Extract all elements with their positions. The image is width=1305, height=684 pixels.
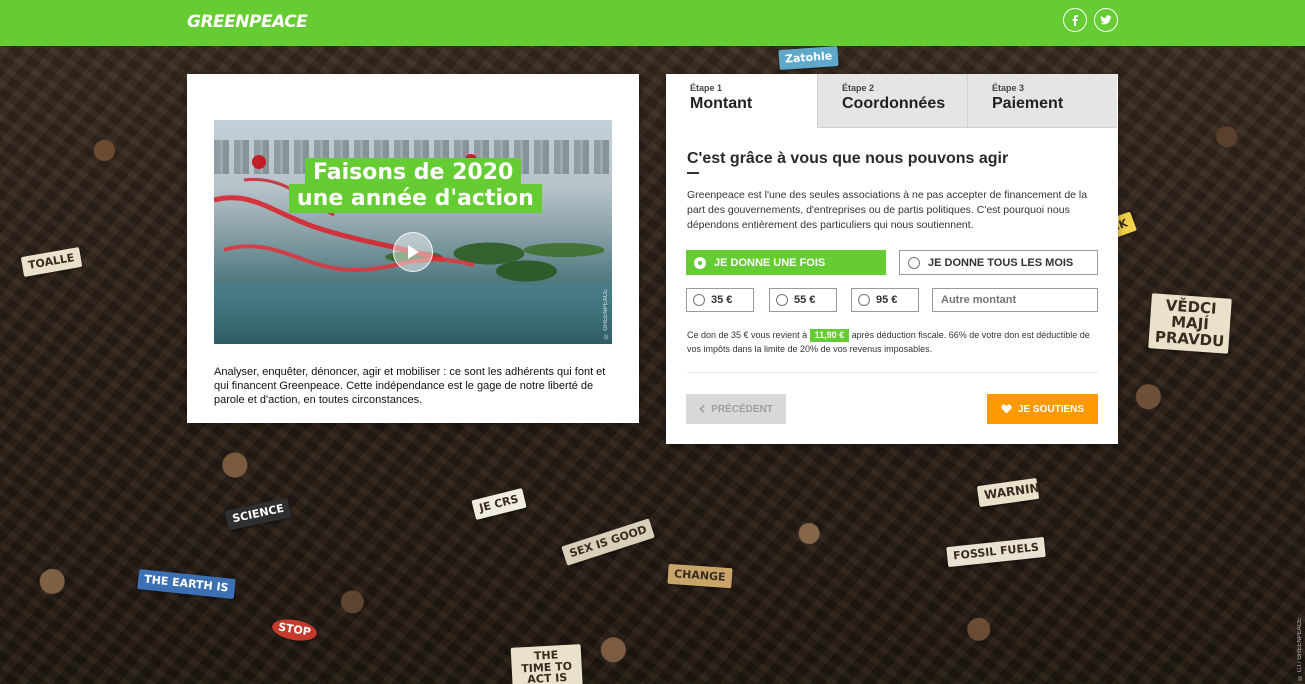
video-watermark: © GREENPEACE <box>603 288 609 338</box>
amount-option-35[interactable]: 35 € <box>686 288 754 312</box>
tax-note-text: Ce don de 35 € vous revient à <box>687 330 808 340</box>
radio-icon <box>908 256 920 269</box>
radio-selected-icon <box>694 256 706 269</box>
protest-sign: TOALLE <box>20 247 82 277</box>
protest-sign: JE CRS <box>471 488 527 520</box>
protest-sign: WARNING <box>976 477 1050 507</box>
tab-step-1[interactable]: Étape 1 Montant <box>666 74 817 128</box>
step-label: Étape 1 <box>690 83 723 93</box>
play-icon[interactable] <box>393 232 433 272</box>
donation-form-card: Étape 1 Montant Étape 2 Coordonnées Étap… <box>666 74 1118 444</box>
give-monthly-label: Je donne tous les mois <box>928 256 1074 269</box>
twitter-icon[interactable] <box>1094 8 1118 32</box>
step-label: Étape 3 <box>992 83 1025 93</box>
protest-sign: CHANGE <box>667 563 733 588</box>
chevron-left-icon <box>699 405 705 413</box>
protest-sign: THE EARTH IS <box>137 569 236 599</box>
form-title: C'est grâce à vous que nous pouvons agir <box>687 150 1009 167</box>
protest-sign: Zatohle <box>778 45 839 70</box>
intro-text: Analyser, enquêter, dénoncer, agir et mo… <box>214 366 606 406</box>
video-headline-line2: une année d'action <box>289 184 542 213</box>
title-underline <box>687 172 699 174</box>
step-label: Étape 2 <box>842 83 875 93</box>
video-headline-line1: Faisons de 2020 <box>305 158 522 187</box>
protest-sign: FOSSIL FUELS <box>946 536 1046 567</box>
protest-sign: STOP <box>270 616 319 644</box>
amount-label: 35 € <box>711 294 733 306</box>
heart-icon <box>1001 404 1012 414</box>
previous-button[interactable]: Précédent <box>686 394 786 424</box>
video-player[interactable]: Faisons de 2020 une année d'action © GRE… <box>214 120 612 344</box>
support-label: Je soutiens <box>1017 403 1085 415</box>
photo-credit: © C.I / GREENPEACE <box>1297 617 1303 680</box>
protest-sign: SEX IS GOOD <box>561 518 656 566</box>
amount-label: 55 € <box>794 294 816 306</box>
previous-label: Précédent <box>711 403 773 415</box>
amount-label: 95 € <box>876 294 898 306</box>
give-once-option[interactable]: Je donne une fois <box>686 250 886 275</box>
step-name: Coordonnées <box>842 95 946 112</box>
tax-deduction-note: Ce don de 35 € vous revient à 11,90 € ap… <box>687 328 1099 356</box>
tab-step-2[interactable]: Étape 2 Coordonnées <box>817 74 967 128</box>
amount-option-95[interactable]: 95 € <box>851 288 919 312</box>
radio-icon <box>858 294 870 306</box>
protest-sign: SCIENCE <box>224 497 292 531</box>
other-amount-input[interactable] <box>932 288 1098 312</box>
protest-sign: VĚDCI MAJÍ PRAVDU <box>1148 293 1232 354</box>
step-tabs: Étape 1 Montant Étape 2 Coordonnées Étap… <box>666 74 1118 128</box>
step-name: Paiement <box>992 95 1064 112</box>
greenpeace-logo[interactable]: GREENPEACE <box>187 12 308 32</box>
step-name: Montant <box>690 95 753 112</box>
radio-icon <box>776 294 788 306</box>
tab-step-3[interactable]: Étape 3 Paiement <box>967 74 1117 128</box>
facebook-icon[interactable] <box>1063 8 1087 32</box>
give-monthly-option[interactable]: Je donne tous les mois <box>899 250 1098 275</box>
site-header: GREENPEACE <box>0 0 1305 46</box>
form-description: Greenpeace est l'une des seules associat… <box>687 189 1088 231</box>
radio-icon <box>693 294 705 306</box>
give-once-label: Je donne une fois <box>714 256 826 269</box>
tax-amount-badge: 11,90 € <box>809 329 850 342</box>
protest-sign: THE TIME TO ACT IS NOW <box>510 644 584 684</box>
intro-card: Faisons de 2020 une année d'action © GRE… <box>187 74 639 423</box>
divider <box>687 372 1098 373</box>
support-button[interactable]: Je soutiens <box>987 394 1098 424</box>
amount-option-55[interactable]: 55 € <box>769 288 837 312</box>
